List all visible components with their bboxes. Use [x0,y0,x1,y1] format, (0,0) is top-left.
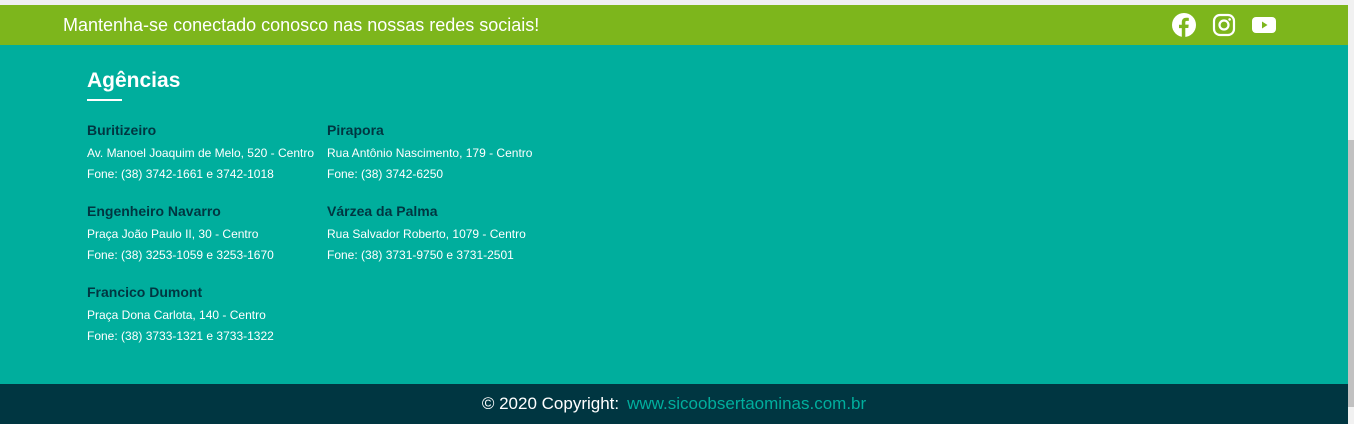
footer-page: Mantenha-se conectado conosco nas nossas… [0,5,1348,424]
agencies-section: Agências Buritizeiro Av. Manoel Joaquim d… [0,45,1348,384]
agency-name: Buritizeiro [87,122,157,138]
agency-item: Várzea da Palma Rua Salvador Roberto, 107… [327,203,567,266]
agency-phone: Fone: (38) 3253-1059 e 3253-1670 [87,248,274,262]
scrollbar-thumb[interactable] [1348,140,1354,407]
agency-phone: Fone: (38) 3742-1661 e 3742-1018 [87,167,274,181]
agency-name: Francico Dumont [87,284,203,300]
social-text: Mantenha-se conectado conosco nas nossas… [63,14,540,35]
agency-item: Buritizeiro Av. Manoel Joaquim de Melo, 5… [87,122,327,185]
site-link[interactable]: www.sicoobsertaominas.com.br [627,394,866,414]
social-icons [1172,13,1276,37]
agency-name: Várzea da Palma [327,203,438,219]
agency-name: Engenheiro Navarro [87,203,221,219]
agency-name: Pirapora [327,122,384,138]
agency-address: Praça Dona Carlota, 140 - Centro [87,308,266,322]
agency-address: Rua Antônio Nascimento, 179 - Centro [327,146,533,160]
youtube-icon[interactable] [1252,13,1276,37]
agency-phone: Fone: (38) 3733-1321 e 3733-1322 [87,329,274,343]
copyright-bar: © 2020 Copyright: www.sicoobsertaominas.… [0,384,1348,424]
agency-address: Praça João Paulo II, 30 - Centro [87,227,259,241]
facebook-icon[interactable] [1172,13,1196,37]
agencies-title: Agências [87,69,181,92]
copyright-text: © 2020 Copyright: [481,394,620,413]
agency-address: Av. Manoel Joaquim de Melo, 520 - Centro [87,146,315,160]
scrollbar-track[interactable] [1348,0,1354,424]
agency-phone: Fone: (38) 3742-6250 [327,167,444,181]
agency-item: Engenheiro Navarro Praça João Paulo II, 3… [87,203,327,266]
agency-address: Rua Salvador Roberto, 1079 - Centro [327,227,526,241]
social-bar: Mantenha-se conectado conosco nas nossas… [0,5,1348,45]
instagram-icon[interactable] [1212,13,1236,37]
agency-item: Pirapora Rua Antônio Nascimento, 179 - Ce… [327,122,567,185]
agency-item: Francico Dumont Praça Dona Carlota, 140 -… [87,284,327,347]
title-underline [87,99,122,101]
agencies-grid: Buritizeiro Av. Manoel Joaquim de Melo, 5… [87,122,567,347]
agency-phone: Fone: (38) 3731-9750 e 3731-2501 [327,248,514,262]
